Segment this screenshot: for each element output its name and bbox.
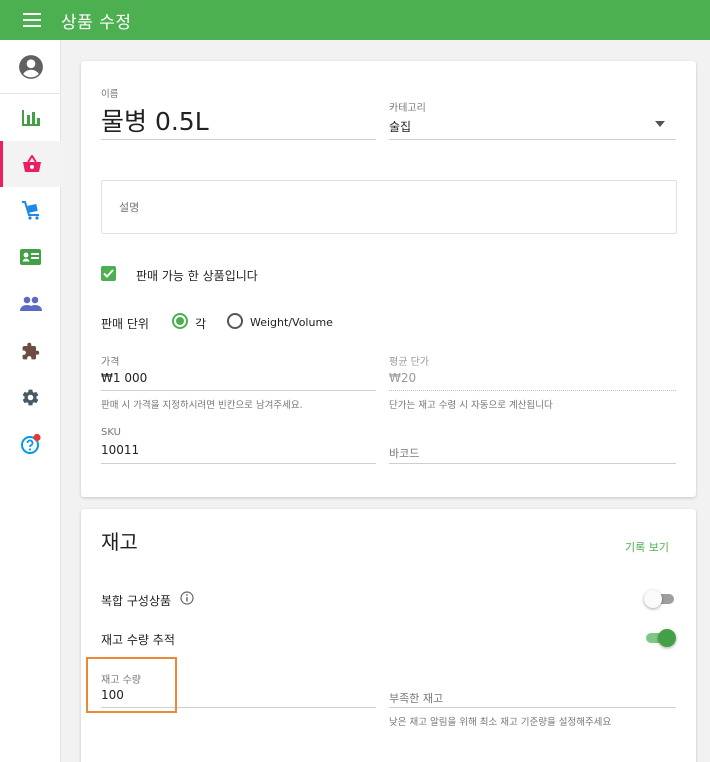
bar-chart-icon (21, 110, 40, 126)
sidebar-item-help[interactable] (0, 421, 61, 467)
unit-each-radio[interactable] (172, 313, 188, 329)
avg-cost-label: 평균 단가 (389, 357, 429, 368)
sidebar-item-products[interactable] (0, 141, 61, 187)
chevron-down-icon[interactable] (655, 121, 665, 127)
help-icon (20, 433, 41, 454)
notification-dot-icon (32, 433, 41, 442)
top-app-bar: 상품 수정 (0, 0, 710, 40)
id-card-icon (20, 249, 41, 265)
sidebar (0, 40, 61, 762)
name-input[interactable]: 물병 0.5L (101, 102, 209, 138)
sku-underline (101, 463, 376, 464)
basket-icon (23, 155, 41, 172)
avg-cost-hint: 단가는 재고 수령 시 자동으로 계산됩니다 (389, 400, 553, 411)
history-link[interactable]: 기록 보기 (625, 539, 669, 555)
price-input[interactable]: ₩1 000 (101, 371, 147, 385)
inventory-title: 재고 (101, 530, 138, 554)
gear-icon (22, 389, 39, 405)
price-underline (101, 390, 376, 391)
composite-toggle[interactable] (644, 588, 676, 608)
inventory-card: 재고 기록 보기 복합 구성상품 재고 수량 추적 재고 수량 100 부족한 … (81, 509, 696, 762)
sidebar-item-account[interactable] (0, 44, 61, 90)
sidebar-item-purchases[interactable] (0, 187, 61, 233)
price-label: 가격 (101, 357, 120, 368)
available-checkbox[interactable] (101, 266, 116, 281)
cart-icon (21, 201, 39, 220)
sidebar-item-integrations[interactable] (0, 328, 61, 374)
avg-cost-value: ₩20 (389, 371, 417, 385)
sidebar-item-reports[interactable] (0, 95, 61, 141)
composite-label: 복합 구성상품 (101, 594, 172, 608)
puzzle-icon (22, 342, 40, 359)
category-select[interactable]: 술집 (389, 118, 411, 135)
name-underline (101, 139, 376, 140)
name-label: 이름 (101, 89, 119, 100)
sidebar-item-employees[interactable] (0, 281, 61, 327)
description-placeholder: 설명 (119, 201, 140, 214)
unit-weight-label: Weight/Volume (250, 316, 333, 329)
category-label: 카테고리 (389, 103, 426, 114)
low-stock-input[interactable]: 부족한 재고 (389, 690, 443, 706)
available-label: 판매 가능 한 상품입니다 (136, 269, 258, 283)
check-icon (103, 269, 114, 278)
low-stock-underline (389, 707, 676, 708)
price-hint: 판매 시 가격을 지정하시려면 빈칸으로 남겨주세요. (101, 400, 303, 411)
account-circle-icon (18, 55, 43, 79)
unit-each-label: 각 (195, 317, 207, 331)
product-details-card: 이름 물병 0.5L 카테고리 술집 설명 판매 가능 한 상품입니다 판매 단… (81, 61, 696, 497)
sidebar-item-settings[interactable] (0, 374, 61, 420)
avg-cost-underline (389, 390, 676, 391)
barcode-underline (389, 463, 676, 464)
menu-icon[interactable] (23, 13, 41, 27)
track-stock-toggle[interactable] (644, 627, 676, 647)
sidebar-divider (0, 93, 61, 94)
barcode-input[interactable]: 바코드 (389, 445, 419, 461)
low-stock-hint: 낮은 재고 알림을 위해 최소 재고 기준량을 설정해주세요 (389, 717, 612, 728)
sale-unit-label: 판매 단위 (101, 317, 149, 331)
track-stock-label: 재고 수량 추적 (101, 633, 175, 647)
sku-label: SKU (101, 427, 121, 438)
sidebar-item-customers[interactable] (0, 234, 61, 280)
stock-highlight-box (86, 657, 177, 713)
category-underline (389, 139, 676, 140)
sku-input[interactable]: 10011 (101, 443, 139, 457)
description-textarea[interactable]: 설명 (101, 180, 677, 234)
info-icon[interactable] (180, 591, 194, 605)
people-icon (19, 296, 42, 311)
unit-weight-radio[interactable] (227, 313, 243, 329)
page-title: 상품 수정 (61, 12, 132, 33)
